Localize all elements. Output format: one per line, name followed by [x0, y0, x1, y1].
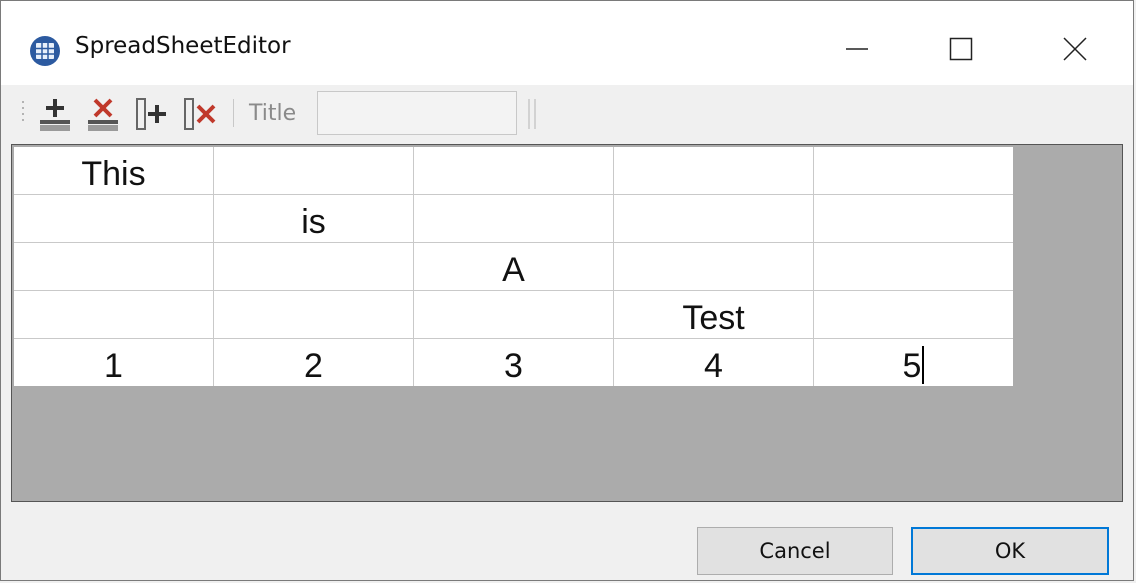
delete-column-icon	[184, 98, 216, 130]
title-label: Title	[249, 101, 297, 126]
delete-column-button[interactable]	[183, 93, 219, 135]
toolbar-overflow-grip[interactable]	[525, 97, 539, 131]
grid-cell-editing[interactable]: 5	[814, 339, 1014, 387]
grid-cell[interactable]: A	[413, 242, 614, 291]
ok-button[interactable]: OK	[911, 527, 1109, 575]
grid-cell[interactable]	[213, 242, 414, 291]
grid-cell[interactable]	[213, 290, 414, 339]
maximize-button[interactable]	[931, 23, 991, 75]
grid-cell[interactable]	[413, 290, 614, 339]
grid-cell[interactable]: 4	[613, 338, 814, 386]
grid-cell[interactable]	[813, 194, 1013, 243]
spreadsheet-grid-area[interactable]: This is A Test 1 2 3 4 5	[11, 144, 1123, 502]
grid-cell[interactable]	[213, 147, 414, 195]
minimize-button[interactable]	[827, 23, 887, 75]
add-column-button[interactable]	[135, 93, 171, 135]
toolbar-grip[interactable]	[21, 99, 25, 127]
grid-cell[interactable]: 2	[213, 338, 414, 386]
grid-cell[interactable]	[14, 242, 214, 291]
grid-cell[interactable]	[413, 147, 614, 195]
maximize-icon	[949, 37, 973, 61]
grid-cell[interactable]: Test	[613, 290, 814, 339]
grid-cell[interactable]	[813, 147, 1013, 195]
grid-cell[interactable]	[613, 194, 814, 243]
delete-row-button[interactable]	[85, 93, 121, 135]
grid-cell[interactable]	[813, 242, 1013, 291]
cell-edit-text: 5	[902, 347, 922, 385]
grid-cell[interactable]: This	[14, 147, 214, 195]
grid-cell[interactable]	[14, 194, 214, 243]
table-row: is	[14, 194, 1013, 243]
add-row-button[interactable]	[37, 93, 73, 135]
spreadsheet-editor-window: SpreadSheetEditor Title This is A Test 1…	[0, 0, 1134, 581]
grid-cell[interactable]	[613, 242, 814, 291]
grid-cell[interactable]: 3	[413, 338, 614, 386]
close-button[interactable]	[1045, 23, 1105, 75]
spreadsheet-grid: This is A Test 1 2 3 4 5	[14, 147, 1013, 386]
title-bar[interactable]: SpreadSheetEditor	[1, 1, 1133, 85]
grid-cell[interactable]	[14, 290, 214, 339]
add-row-icon	[40, 99, 70, 131]
add-column-icon	[136, 98, 166, 130]
table-row: 1 2 3 4 5	[14, 338, 1014, 387]
grid-cell[interactable]	[813, 290, 1013, 339]
spreadsheet-app-icon	[30, 36, 60, 66]
minimize-icon	[846, 48, 868, 50]
close-icon	[1063, 37, 1087, 61]
cancel-button[interactable]: Cancel	[697, 527, 893, 575]
grid-cell[interactable]: 1	[14, 338, 214, 386]
title-input[interactable]	[317, 91, 517, 135]
text-caret	[922, 346, 925, 384]
window-title: SpreadSheetEditor	[75, 33, 291, 59]
grid-cell[interactable]	[413, 194, 614, 243]
table-row: Test	[14, 290, 1013, 339]
grid-cell[interactable]	[613, 147, 814, 195]
toolbar: Title	[1, 85, 1133, 141]
table-row: This	[14, 147, 1013, 195]
delete-row-icon	[88, 98, 118, 131]
grid-cell[interactable]: is	[213, 194, 414, 243]
toolbar-separator	[233, 99, 234, 127]
table-row: A	[14, 242, 1013, 291]
